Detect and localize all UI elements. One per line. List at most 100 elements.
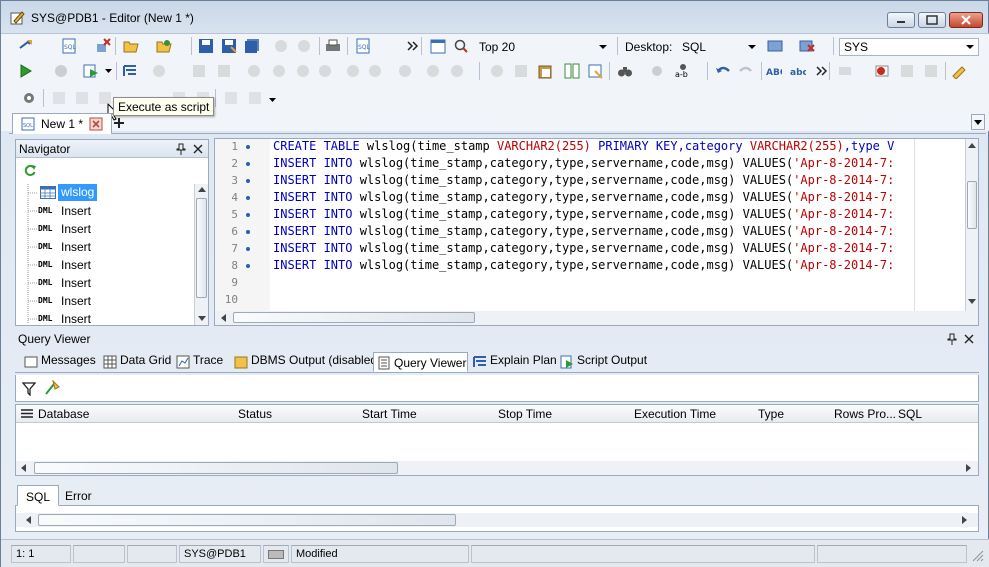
sql-horizontal-scrollbar[interactable] bbox=[16, 513, 978, 527]
code-line[interactable]: 3 INSERT INTO wlslog(time_stamp,category… bbox=[215, 173, 955, 190]
bookmark-icon[interactable] bbox=[899, 63, 915, 79]
redo-history-icon[interactable] bbox=[296, 38, 312, 54]
desktop-delete-icon[interactable] bbox=[799, 38, 815, 54]
sql-detail-area[interactable] bbox=[15, 506, 979, 532]
minimize-button[interactable] bbox=[887, 12, 915, 28]
tab-explain-plan[interactable]: Explain Plan bbox=[470, 353, 557, 373]
tab-error[interactable]: Error bbox=[57, 485, 100, 506]
code-line[interactable]: 10 bbox=[215, 292, 955, 309]
resize-grip-icon[interactable] bbox=[972, 550, 984, 562]
tree-item-insert[interactable]: DML Insert bbox=[16, 274, 196, 292]
close-icon[interactable] bbox=[193, 144, 203, 154]
editor-horizontal-scrollbar[interactable] bbox=[215, 311, 978, 325]
scroll-up-icon[interactable] bbox=[968, 143, 976, 148]
code-editor[interactable]: 1 CREATE TABLE wlslog(time_stamp VARCHAR… bbox=[214, 138, 979, 326]
scrollbar-thumb[interactable] bbox=[233, 312, 475, 323]
open-folder-icon[interactable] bbox=[123, 38, 139, 54]
breakpoint-icon[interactable] bbox=[875, 63, 891, 79]
rollback-icon[interactable] bbox=[271, 63, 287, 79]
scrollbar-thumb[interactable] bbox=[34, 462, 398, 474]
open-recent-icon[interactable] bbox=[156, 38, 172, 54]
copy-icon[interactable] bbox=[513, 63, 529, 79]
tree-item-insert[interactable]: DML Insert bbox=[16, 256, 196, 274]
top-n-select[interactable]: Top 20 bbox=[474, 38, 612, 56]
autotrace-icon[interactable] bbox=[151, 63, 167, 79]
close-button[interactable] bbox=[949, 12, 983, 28]
pin-icon[interactable] bbox=[947, 333, 957, 345]
scrollbar-thumb[interactable] bbox=[196, 198, 207, 298]
schedule-icon[interactable] bbox=[430, 38, 446, 54]
commit-icon[interactable] bbox=[246, 63, 262, 79]
scroll-down-icon[interactable] bbox=[968, 299, 976, 304]
save-all-icon[interactable] bbox=[244, 38, 260, 54]
grid-horizontal-scrollbar[interactable] bbox=[16, 461, 978, 475]
scroll-left-icon[interactable] bbox=[21, 464, 26, 472]
tree-item-insert[interactable]: DML Insert bbox=[16, 202, 196, 220]
tree-item-wlslog[interactable]: wlslog bbox=[16, 184, 196, 202]
tab-new-1[interactable]: SQL New 1 * bbox=[12, 113, 112, 134]
code-line[interactable]: 6 INSERT INTO wlslog(time_stamp,category… bbox=[215, 224, 955, 241]
column-header-start-time[interactable]: Start Time bbox=[362, 407, 417, 421]
column-header-execution-time[interactable]: Execution Time bbox=[634, 407, 716, 421]
tab-dbms-output[interactable]: DBMS Output (disabled) bbox=[231, 353, 381, 373]
tab-query-viewer[interactable]: Query Viewer bbox=[373, 352, 468, 372]
disconnect-icon[interactable] bbox=[95, 38, 111, 54]
scroll-left-icon[interactable] bbox=[221, 314, 226, 322]
preferences-icon[interactable] bbox=[21, 90, 37, 106]
clear-filter-icon[interactable] bbox=[44, 380, 60, 396]
undo-history-icon[interactable] bbox=[273, 38, 289, 54]
chevron-more-icon[interactable] bbox=[405, 38, 421, 54]
column-header-sql[interactable]: SQL bbox=[898, 407, 922, 421]
eraser-icon[interactable] bbox=[449, 63, 465, 79]
scroll-up-icon[interactable] bbox=[198, 187, 206, 192]
run-statement-icon[interactable] bbox=[18, 63, 34, 79]
format-icon[interactable] bbox=[216, 63, 232, 79]
code-line[interactable]: 8 INSERT INTO wlslog(time_stamp,category… bbox=[215, 258, 955, 275]
code-line[interactable]: 2 INSERT INTO wlslog(time_stamp,category… bbox=[215, 156, 955, 173]
save-as-icon[interactable] bbox=[221, 38, 237, 54]
tab-trace[interactable]: Trace bbox=[173, 353, 229, 373]
scroll-right-icon[interactable] bbox=[962, 516, 967, 524]
scroll-right-icon[interactable] bbox=[966, 464, 971, 472]
filter-icon[interactable] bbox=[22, 382, 36, 396]
compare-icon[interactable] bbox=[564, 63, 580, 79]
code-line[interactable]: 1 CREATE TABLE wlslog(time_stamp VARCHAR… bbox=[215, 139, 955, 156]
desktop-select[interactable]: SQL bbox=[677, 38, 761, 56]
code-line[interactable]: 9 bbox=[215, 275, 955, 292]
chevron-down-icon[interactable] bbox=[105, 69, 112, 73]
link-icon[interactable] bbox=[345, 63, 361, 79]
desktop-save-icon[interactable] bbox=[767, 38, 783, 54]
print-icon[interactable] bbox=[325, 38, 341, 54]
column-header-type[interactable]: Type bbox=[758, 407, 784, 421]
undo-icon[interactable] bbox=[715, 63, 731, 79]
connect-icon[interactable] bbox=[18, 38, 34, 54]
replace-icon[interactable]: a-b bbox=[675, 63, 691, 79]
column-header-status[interactable]: Status bbox=[238, 407, 272, 421]
code-line[interactable]: 7 INSERT INTO wlslog(time_stamp,category… bbox=[215, 241, 955, 258]
tab-messages[interactable]: Messages bbox=[21, 353, 101, 373]
restore-button[interactable] bbox=[918, 12, 946, 28]
find-next-icon[interactable] bbox=[649, 63, 665, 79]
code-line[interactable]: 5 INSERT INTO wlslog(time_stamp,category… bbox=[215, 207, 955, 224]
refresh-icon[interactable] bbox=[23, 163, 37, 177]
unlink-icon[interactable] bbox=[367, 63, 383, 79]
pin-icon[interactable] bbox=[176, 143, 186, 155]
editor-vertical-scrollbar[interactable] bbox=[965, 139, 978, 311]
navigator-scrollbar[interactable] bbox=[194, 184, 208, 325]
column-header-database[interactable]: Database bbox=[38, 407, 89, 421]
sql-worksheet-icon[interactable]: SQL bbox=[61, 38, 77, 54]
indent-icon[interactable] bbox=[837, 63, 853, 79]
clear-icon[interactable] bbox=[425, 63, 441, 79]
find-db-object-icon[interactable] bbox=[453, 38, 469, 54]
tree-item-insert[interactable]: DML Insert bbox=[16, 220, 196, 238]
clear-bookmark-icon[interactable] bbox=[923, 63, 939, 79]
cursor-icon[interactable] bbox=[317, 63, 333, 79]
close-icon[interactable] bbox=[89, 117, 103, 131]
code-line[interactable]: 4 INSERT INTO wlslog(time_stamp,category… bbox=[215, 190, 955, 207]
scroll-left-icon[interactable] bbox=[26, 516, 31, 524]
tab-list-icon[interactable] bbox=[971, 114, 985, 130]
close-icon[interactable] bbox=[964, 334, 974, 344]
run-script-icon[interactable] bbox=[83, 63, 99, 79]
column-header-rows-processed[interactable]: Rows Pro... bbox=[834, 407, 896, 421]
paste-icon[interactable] bbox=[537, 63, 553, 79]
